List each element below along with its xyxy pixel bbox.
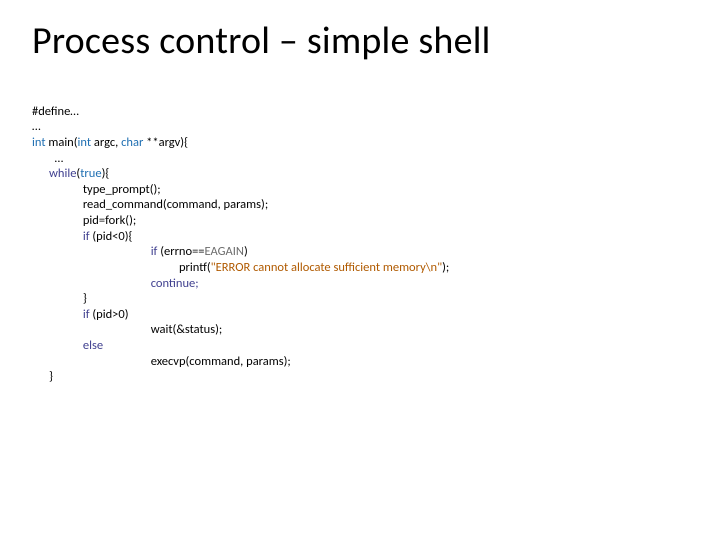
code-keyword-if: if (32, 244, 157, 259)
code-line: … (32, 151, 63, 166)
code-line: #define… (32, 104, 79, 119)
code-text: argc, (91, 135, 121, 150)
code-string: "ERROR cannot allocate sufficient memory… (211, 260, 443, 275)
code-text: ){ (102, 166, 110, 181)
code-macro: EAGAIN (205, 244, 244, 259)
slide-title: Process control – simple shell (32, 18, 688, 64)
code-keyword-if: if (32, 307, 90, 322)
code-block: #define… … int main(int argc, char **arg… (32, 88, 688, 385)
code-line: type_prompt(); (32, 182, 161, 197)
slide: Process control – simple shell #define… … (0, 0, 720, 385)
code-keyword-continue: continue; (32, 276, 199, 291)
code-keyword-if: if (32, 229, 90, 244)
code-keyword-char: char (121, 135, 143, 150)
code-text: (pid<0){ (90, 229, 133, 244)
code-text: (errno== (157, 244, 204, 259)
code-keyword-while: while (32, 166, 76, 181)
code-line: wait(&status); (32, 322, 222, 337)
code-keyword-int: int (78, 135, 92, 150)
code-text: (pid>0) (90, 307, 129, 322)
code-line: execvp(command, params); (32, 354, 291, 369)
code-keyword-true: true (80, 166, 101, 181)
code-keyword-else: else (32, 338, 103, 353)
code-keyword-int: int (32, 135, 46, 150)
code-line: read_command(command, params); (32, 197, 268, 212)
code-line: } (32, 291, 87, 306)
code-line: … (32, 119, 41, 134)
code-text: main( (46, 135, 78, 150)
code-text: printf( (32, 260, 211, 275)
code-text: ); (442, 260, 449, 275)
code-text: **argv){ (143, 135, 188, 150)
code-text: ) (244, 244, 248, 259)
code-line: pid=fork(); (32, 213, 136, 228)
code-line: } (32, 369, 53, 384)
